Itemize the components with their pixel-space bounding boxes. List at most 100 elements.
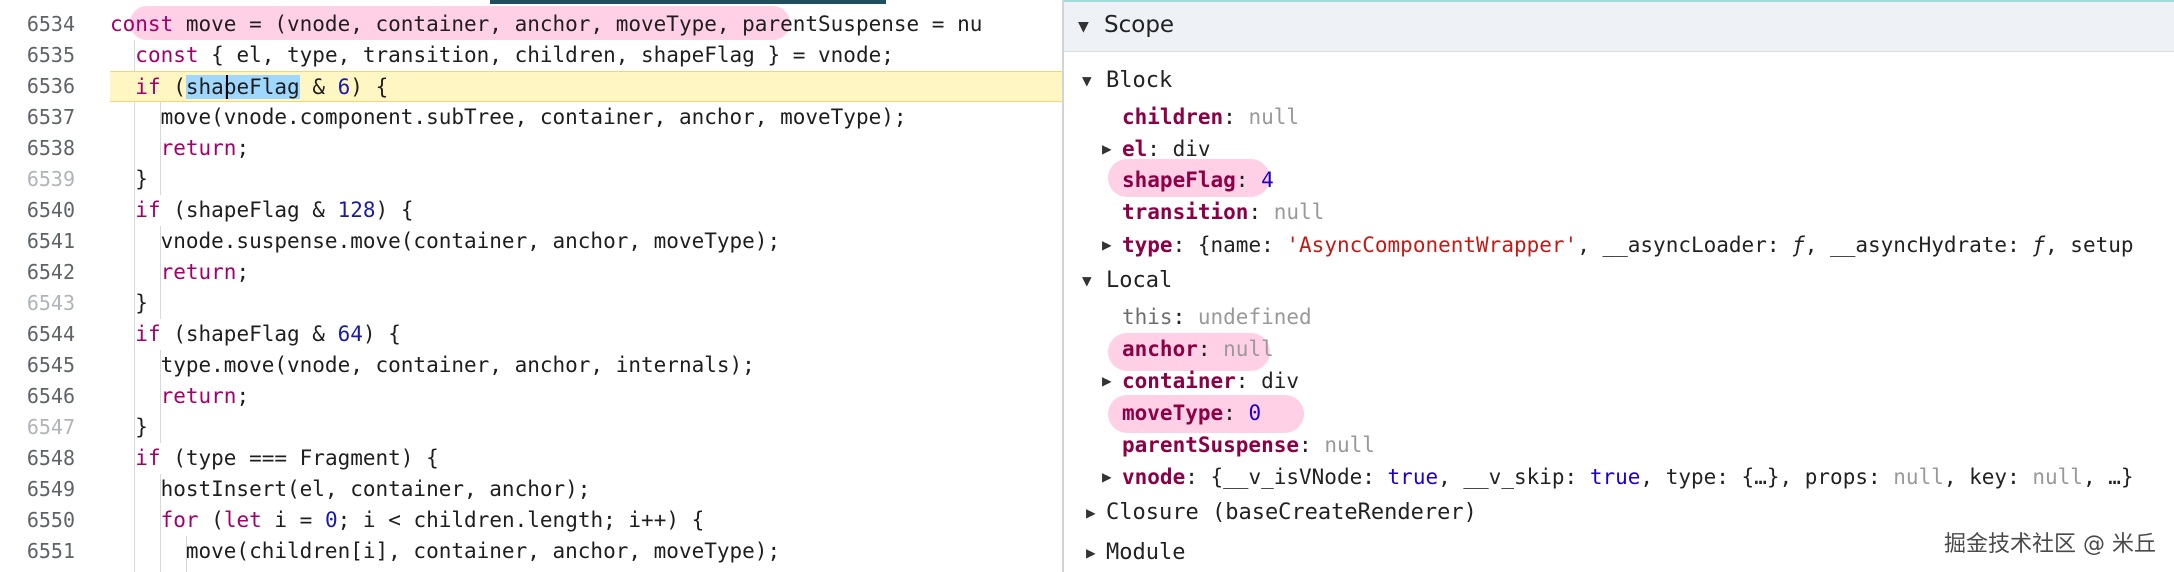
var-value-bool: true bbox=[1589, 465, 1641, 489]
scope-var-vnode[interactable]: vnode: {__v_isVNode: true, __v_skip: tru… bbox=[1122, 461, 2134, 493]
code-line: return; bbox=[160, 260, 250, 284]
function-glyph: ƒ bbox=[2032, 233, 2046, 257]
scope-closure[interactable]: Closure (baseCreateRenderer) bbox=[1106, 497, 1477, 529]
scope-var-parentsuspense[interactable]: parentSuspense: null bbox=[1122, 429, 1375, 461]
code-line: move(vnode.component.subTree, container,… bbox=[110, 105, 907, 129]
line-number[interactable]: 6541 bbox=[0, 226, 75, 257]
var-key: type bbox=[1122, 233, 1173, 257]
var-value-part: {name: bbox=[1197, 233, 1287, 257]
var-value-string: 'AsyncComponentWrapper' bbox=[1286, 233, 1578, 257]
scope-var-container[interactable]: container: div bbox=[1122, 365, 1299, 397]
editor-tab-indicator bbox=[490, 0, 886, 4]
var-key: transition bbox=[1122, 200, 1249, 224]
var-key: children bbox=[1122, 105, 1224, 129]
var-value: div bbox=[1261, 369, 1300, 393]
code-line: hostInsert(el, container, anchor); bbox=[110, 477, 591, 501]
scope-header[interactable]: ▼ Scope bbox=[1064, 0, 2174, 52]
module-expand-triangle-icon[interactable]: ▶ bbox=[1086, 537, 1096, 569]
code-line: const { el, type, transition, children, … bbox=[135, 43, 894, 67]
var-value-part: , …} bbox=[2082, 465, 2134, 489]
text-caret bbox=[226, 75, 228, 99]
code-line: return; bbox=[160, 136, 250, 160]
var-value-null: null bbox=[1893, 465, 1944, 489]
scope-var-movetype[interactable]: moveType: 0 bbox=[1122, 397, 1261, 429]
line-number[interactable]: 6552 bbox=[0, 567, 75, 572]
current-code-line: if (shapeFlag & 6) { bbox=[110, 71, 1062, 102]
code-line: if (shapeFlag & 64) { bbox=[135, 322, 401, 346]
var-value: null bbox=[1248, 105, 1300, 129]
var-value-part: , __asyncHydrate: bbox=[1804, 233, 2033, 257]
line-number[interactable]: 6545 bbox=[0, 350, 75, 381]
function-glyph: ƒ bbox=[1792, 233, 1805, 257]
expand-triangle-icon[interactable]: ▶ bbox=[1102, 133, 1112, 165]
var-value: undefined bbox=[1197, 305, 1312, 329]
line-number[interactable]: 6544 bbox=[0, 319, 75, 350]
line-number[interactable]: 6543 bbox=[0, 288, 75, 319]
watermark: 掘金技术社区 @ 米丘 bbox=[1944, 532, 2156, 557]
var-value-part: , __v_skip: bbox=[1438, 465, 1590, 489]
expand-triangle-icon[interactable]: ▶ bbox=[1102, 365, 1112, 397]
var-value: null bbox=[1324, 433, 1375, 457]
scope-block[interactable]: Block bbox=[1106, 65, 1172, 97]
scope-var-type[interactable]: type: {name: 'AsyncComponentWrapper', __… bbox=[1122, 229, 2134, 261]
expand-triangle-icon[interactable]: ▶ bbox=[1102, 229, 1112, 261]
line-number[interactable]: 6542 bbox=[0, 257, 75, 288]
var-value: 4 bbox=[1261, 168, 1274, 192]
scope-var-this[interactable]: this: undefined bbox=[1122, 301, 1312, 333]
line-number[interactable]: 6540 bbox=[0, 195, 75, 226]
var-key: moveType bbox=[1122, 401, 1224, 425]
scope-title: Scope bbox=[1104, 12, 1175, 38]
code-line: for (let i = 0; i < children.length; i++… bbox=[160, 508, 705, 532]
code-line: } bbox=[110, 291, 148, 315]
var-key: el bbox=[1122, 137, 1148, 161]
code-line: } bbox=[110, 415, 148, 439]
closure-expand-triangle-icon[interactable]: ▶ bbox=[1086, 497, 1096, 529]
scope-var-shapeflag[interactable]: shapeFlag: 4 bbox=[1122, 164, 1274, 196]
code-editor: 6534 const move = (vnode, container, anch… bbox=[0, 0, 1062, 572]
line-number[interactable]: 6548 bbox=[0, 443, 75, 474]
line-number[interactable]: 6549 bbox=[0, 474, 75, 505]
var-key: vnode bbox=[1122, 465, 1186, 489]
var-value: null bbox=[1223, 337, 1274, 361]
code-line: } bbox=[110, 167, 148, 191]
scope-panel: ▼ Scope ▼ Block children: null ▶ el: div… bbox=[1064, 0, 2174, 572]
var-key: container bbox=[1122, 369, 1236, 393]
var-key: this bbox=[1122, 305, 1173, 329]
line-number[interactable]: 6536 bbox=[0, 71, 75, 102]
code-line: if (shapeFlag & 128) { bbox=[135, 198, 414, 222]
line-number[interactable]: 6551 bbox=[0, 536, 75, 567]
scope-var-el[interactable]: el: div bbox=[1122, 133, 1211, 165]
var-value-part: , key: bbox=[1943, 465, 2033, 489]
scope-local[interactable]: Local bbox=[1106, 265, 1172, 297]
var-value-part: , __asyncLoader: bbox=[1577, 233, 1793, 257]
var-key: anchor bbox=[1122, 337, 1198, 361]
var-value: null bbox=[1273, 200, 1325, 224]
var-value-bool: true bbox=[1387, 465, 1439, 489]
line-number[interactable]: 6546 bbox=[0, 381, 75, 412]
code-line: move(children[i], container, anchor, mov… bbox=[110, 539, 781, 563]
line-number[interactable]: 6538 bbox=[0, 133, 75, 164]
scope-module[interactable]: Module bbox=[1106, 537, 1185, 569]
var-value-part: {__v_isVNode: bbox=[1210, 465, 1388, 489]
collapse-triangle-icon[interactable]: ▼ bbox=[1078, 16, 1089, 37]
var-value: div bbox=[1172, 137, 1211, 161]
line-number[interactable]: 6535 bbox=[0, 40, 75, 71]
scope-var-anchor[interactable]: anchor: null bbox=[1122, 333, 1274, 365]
expand-triangle-icon[interactable]: ▶ bbox=[1102, 461, 1112, 493]
block-expand-triangle-icon[interactable]: ▼ bbox=[1082, 65, 1092, 97]
local-expand-triangle-icon[interactable]: ▼ bbox=[1082, 265, 1092, 297]
line-number[interactable]: 6534 bbox=[0, 9, 75, 40]
line-number[interactable]: 6547 bbox=[0, 412, 75, 443]
code-line: const move = (vnode, container, anchor, … bbox=[110, 12, 983, 36]
var-value: 0 bbox=[1248, 401, 1262, 425]
code-line: type.move(vnode, container, anchor, inte… bbox=[110, 353, 755, 377]
line-number[interactable]: 6537 bbox=[0, 102, 75, 133]
var-key: parentSuspense bbox=[1122, 433, 1300, 457]
var-key: shapeFlag bbox=[1122, 168, 1236, 192]
scope-var-children[interactable]: children: null bbox=[1122, 101, 1299, 133]
line-number[interactable]: 6550 bbox=[0, 505, 75, 536]
line-number[interactable]: 6539 bbox=[0, 164, 75, 195]
code-line: vnode.suspense.move(container, anchor, m… bbox=[110, 229, 781, 253]
var-value-part: , type: {…}, props: bbox=[1640, 465, 1894, 489]
scope-var-transition[interactable]: transition: null bbox=[1122, 196, 1324, 228]
